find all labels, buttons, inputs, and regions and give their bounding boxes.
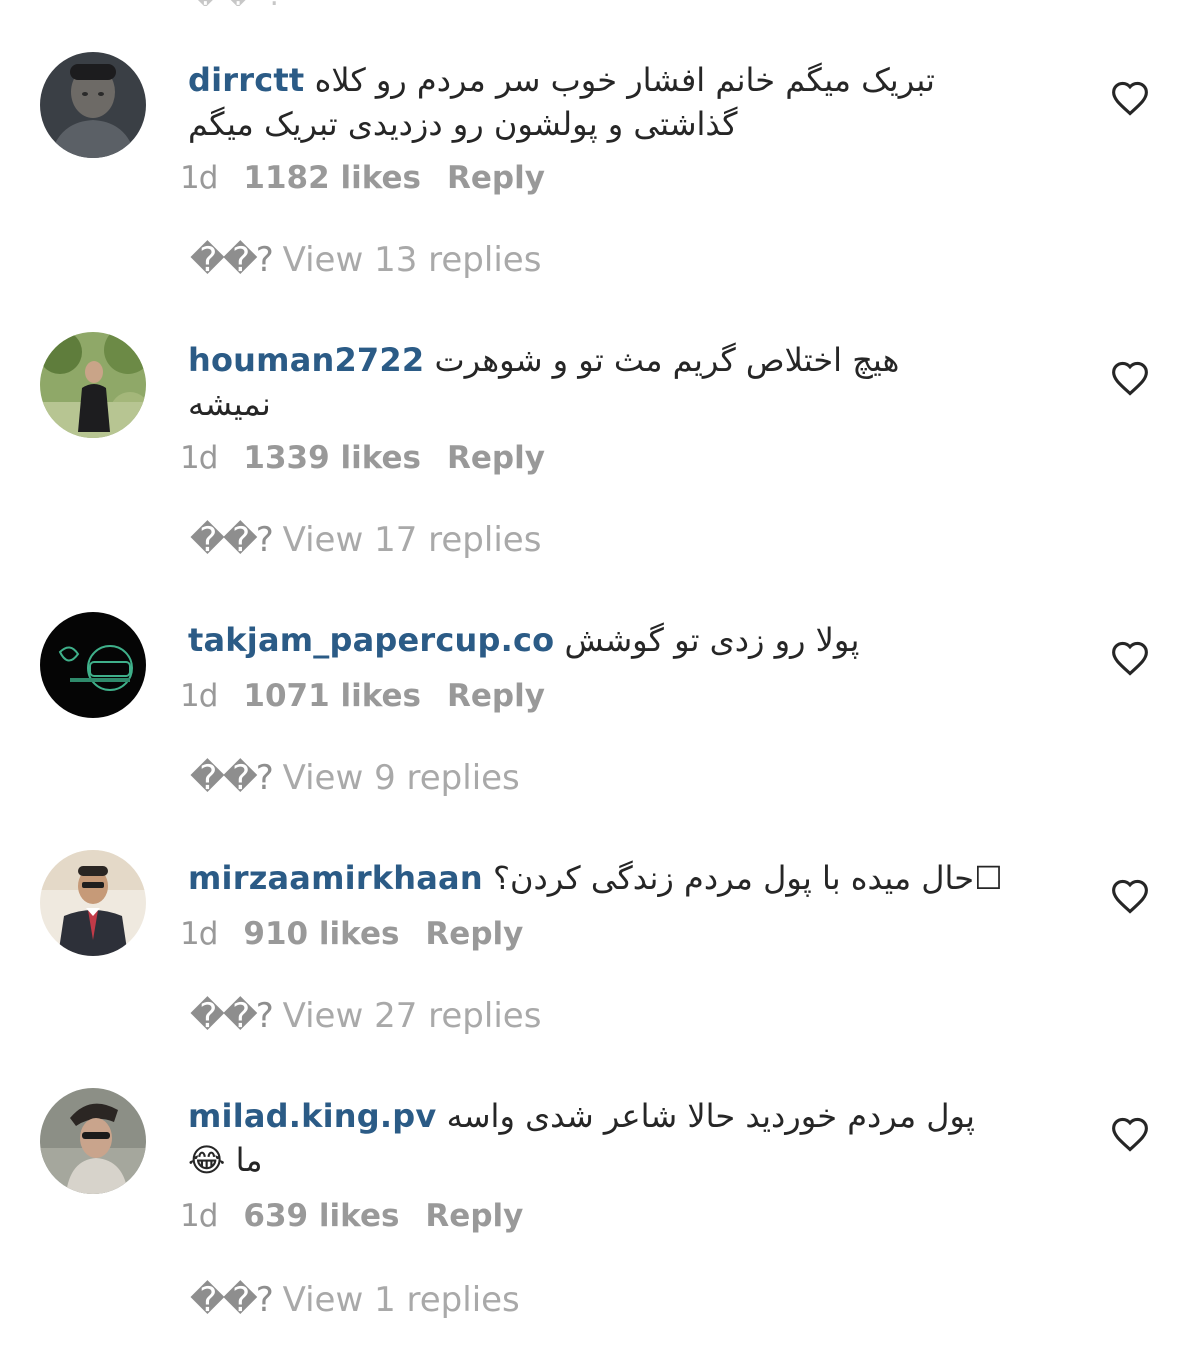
comment-body: milad.king.pv پول مردم خوردید حالا شاعر …	[188, 1094, 1068, 1182]
comment-meta: 1d 1071 likes Reply	[180, 676, 545, 716]
heart-outline-icon[interactable]	[1110, 1116, 1150, 1152]
likes-count[interactable]: 1339 likes	[243, 440, 421, 476]
likes-count[interactable]: 910 likes	[243, 916, 399, 952]
reply-button[interactable]: Reply	[447, 678, 545, 714]
comment-text: گذاشتی و پولشون رو دزدیدی تبریک میگم	[188, 105, 738, 143]
comment-username[interactable]: houman2722	[188, 341, 424, 379]
comment-body: houman2722 هیچ اختلاص گریم مث تو و شوهرت…	[188, 338, 1068, 426]
view-replies-button[interactable]: ��? View 1 replies	[190, 1278, 520, 1322]
previous-view-replies-stub: �� ?	[190, 0, 530, 6]
avatar[interactable]	[40, 52, 146, 158]
avatar[interactable]	[40, 612, 146, 718]
comment-text-line: takjam_papercup.co پولا رو زدی تو گوشش	[188, 618, 1068, 662]
comment-age: 1d	[180, 440, 218, 476]
avatar[interactable]	[40, 332, 146, 438]
broken-glyph-icon: ��?	[190, 240, 274, 280]
comment-body: takjam_papercup.co پولا رو زدی تو گوشش	[188, 618, 1068, 662]
view-replies-button[interactable]: ��? View 13 replies	[190, 238, 541, 282]
likes-count[interactable]: 1182 likes	[243, 160, 421, 196]
comment-text: هیچ اختلاص گریم مث تو و شوهرت	[434, 341, 900, 379]
view-replies-label: View 1 replies	[271, 1280, 520, 1320]
comment-meta: 1d 639 likes Reply	[180, 1196, 523, 1236]
reply-button[interactable]: Reply	[447, 440, 545, 476]
comment-username[interactable]: dirrctt	[188, 61, 304, 99]
comment-text-line: نمیشه	[188, 382, 1068, 426]
reply-button[interactable]: Reply	[425, 916, 523, 952]
comment-text-line: گذاشتی و پولشون رو دزدیدی تبریک میگم	[188, 102, 1068, 146]
comment-text-line: mirzaamirkhaan حال میده با پول مردم زندگ…	[188, 856, 1068, 900]
avatar[interactable]	[40, 1088, 146, 1194]
comment-meta: 1d 1182 likes Reply	[180, 158, 545, 198]
comment-text-line: ما 😂	[188, 1138, 1068, 1182]
view-replies-button[interactable]: ��? View 27 replies	[190, 994, 541, 1038]
comment-age: 1d	[180, 160, 218, 196]
comment-text: حال میده با پول مردم زندگی کردن؟☐	[493, 859, 1003, 897]
view-replies-label: View 13 replies	[271, 240, 542, 280]
comment-text: تبریک میگم خانم افشار خوب سر مردم رو کلا…	[314, 61, 935, 99]
view-replies-label: View 17 replies	[271, 520, 542, 560]
likes-count[interactable]: 1071 likes	[243, 678, 421, 714]
view-replies-label: View 27 replies	[271, 996, 542, 1036]
comment-username[interactable]: takjam_papercup.co	[188, 621, 554, 659]
comment-username[interactable]: milad.king.pv	[188, 1097, 436, 1135]
comment-text-line: dirrctt تبریک میگم خانم افشار خوب سر مرد…	[188, 58, 1068, 102]
reply-button[interactable]: Reply	[425, 1198, 523, 1234]
heart-outline-icon[interactable]	[1110, 80, 1150, 116]
comment-body: dirrctt تبریک میگم خانم افشار خوب سر مرد…	[188, 58, 1068, 146]
heart-outline-icon[interactable]	[1110, 640, 1150, 676]
comment-text: نمیشه	[188, 385, 271, 423]
view-replies-button[interactable]: ��? View 17 replies	[190, 518, 541, 562]
broken-glyph-icon: ��?	[190, 758, 274, 798]
comment-text: پول مردم خوردید حالا شاعر شدی واسه	[446, 1097, 975, 1135]
avatar[interactable]	[40, 850, 146, 956]
reply-button[interactable]: Reply	[447, 160, 545, 196]
heart-outline-icon[interactable]	[1110, 878, 1150, 914]
broken-glyph-icon: ��?	[190, 1280, 274, 1320]
comment-age: 1d	[180, 1198, 218, 1234]
comment-meta: 1d 1339 likes Reply	[180, 438, 545, 478]
broken-glyph-icon: ��?	[190, 520, 274, 560]
view-replies-label: View 9 replies	[271, 758, 520, 798]
comment-text-line: milad.king.pv پول مردم خوردید حالا شاعر …	[188, 1094, 1068, 1138]
broken-glyph-icon: ��?	[190, 996, 274, 1036]
comment-text-line: houman2722 هیچ اختلاص گریم مث تو و شوهرت	[188, 338, 1068, 382]
likes-count[interactable]: 639 likes	[243, 1198, 399, 1234]
comment-meta: 1d 910 likes Reply	[180, 914, 523, 954]
comment-username[interactable]: mirzaamirkhaan	[188, 859, 483, 897]
view-replies-button[interactable]: ��? View 9 replies	[190, 756, 520, 800]
comment-text: ما 😂	[188, 1141, 263, 1179]
comment-body: mirzaamirkhaan حال میده با پول مردم زندگ…	[188, 856, 1068, 900]
comment-text: پولا رو زدی تو گوشش	[564, 621, 860, 659]
heart-outline-icon[interactable]	[1110, 360, 1150, 396]
comment-age: 1d	[180, 678, 218, 714]
comment-age: 1d	[180, 916, 218, 952]
